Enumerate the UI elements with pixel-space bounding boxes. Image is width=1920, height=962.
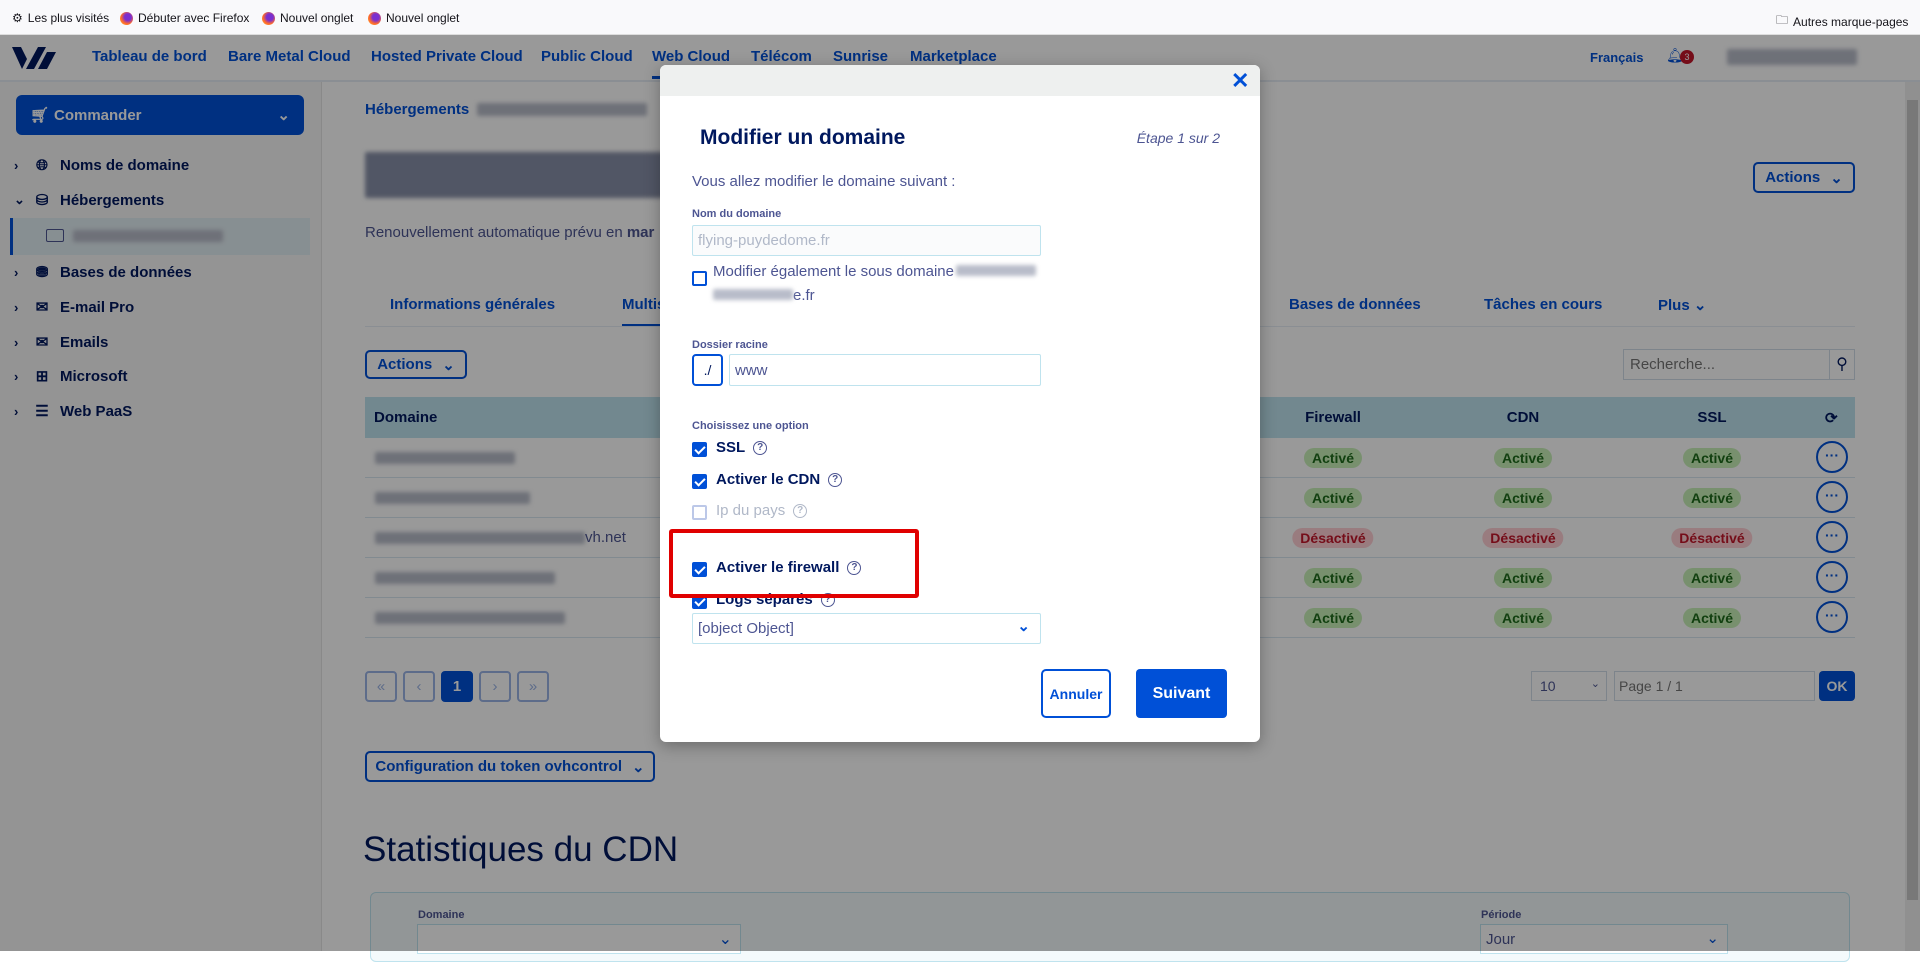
subdomain-label: Modifier également le sous domaine e.fr (713, 260, 1043, 308)
edit-domain-modal: ✕ Modifier un domaine Étape 1 sur 2 Vous… (660, 65, 1260, 742)
chevron-down-icon: ⌄ (1017, 618, 1030, 635)
ssl-label: SSL (716, 439, 746, 456)
bookmark-other[interactable]: 🗀 Autres marque-pages (1776, 11, 1908, 32)
next-button[interactable]: Suivant (1136, 669, 1227, 718)
gear-icon: ⚙ (12, 11, 23, 25)
ssl-checkbox[interactable] (692, 442, 707, 457)
subdomain-blurred (955, 265, 1036, 276)
bookmark-most-visited[interactable]: ⚙ Les plus visités (12, 11, 109, 25)
domain-name-label: Nom du domaine (692, 208, 782, 220)
cancel-button[interactable]: Annuler (1041, 669, 1111, 718)
subdomain-checkbox[interactable] (692, 271, 707, 286)
bookmark-firefox[interactable]: Débuter avec Firefox (120, 11, 249, 25)
cdn-option: Activer le CDN? (716, 471, 843, 488)
subdomain-blurred (713, 289, 793, 300)
bookmark-new-tab[interactable]: Nouvel onglet (368, 11, 459, 25)
country-ip-label: Ip du pays (716, 502, 786, 519)
highlight-box (669, 529, 919, 598)
bookmark-new-tab[interactable]: Nouvel onglet (262, 11, 353, 25)
ssl-option: SSL? (716, 439, 768, 456)
root-folder-input[interactable]: www (729, 354, 1041, 386)
root-folder-value: www (735, 361, 768, 379)
firefox-icon (368, 11, 381, 25)
cdn-label: Activer le CDN (716, 471, 821, 488)
bookmarks-bar: ⚙ Les plus visités Débuter avec Firefox N… (0, 0, 1920, 35)
help-icon[interactable]: ? (828, 472, 843, 487)
folder-icon: 🗀 (1776, 13, 1789, 27)
firefox-icon (120, 11, 133, 25)
domain-name-value: flying-puydedome.fr (698, 232, 830, 249)
help-icon[interactable]: ? (753, 440, 768, 455)
modal-title: Modifier un domaine (700, 126, 906, 149)
subdomain-label-text: Modifier également le sous domaine (713, 263, 954, 280)
modal-header-bar: ✕ (660, 65, 1260, 96)
modal-intro: Vous allez modifier le domaine suivant : (692, 173, 956, 190)
root-folder-label: Dossier racine (692, 339, 768, 351)
firefox-icon (262, 11, 275, 25)
modal-step: Étape 1 sur 2 (1136, 130, 1220, 146)
logs-select[interactable]: [object Object] ⌄ (692, 613, 1041, 644)
country-ip-option: Ip du pays? (716, 502, 808, 519)
country-ip-checkbox[interactable] (692, 505, 707, 520)
options-label: Choisissez une option (692, 420, 809, 432)
subdomain-suffix: e.fr (793, 287, 815, 304)
close-icon[interactable]: ✕ (1231, 68, 1249, 94)
domain-name-input[interactable]: flying-puydedome.fr (692, 225, 1041, 256)
logs-select-value: [object Object] (698, 620, 794, 637)
cdn-checkbox[interactable] (692, 474, 707, 489)
root-prefix: ./ (692, 354, 723, 386)
help-icon[interactable]: ? (793, 503, 808, 518)
